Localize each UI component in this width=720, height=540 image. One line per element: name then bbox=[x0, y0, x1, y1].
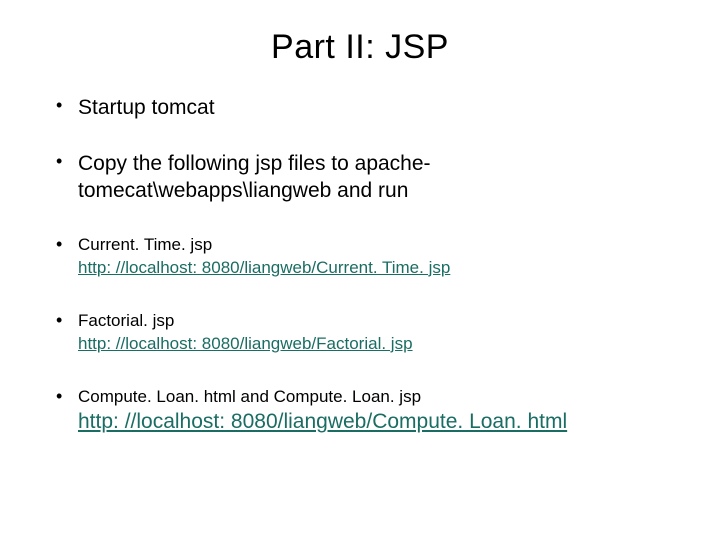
bullet-text: Startup tomcat bbox=[78, 96, 215, 119]
bullet-list: Startup tomcat Copy the following jsp fi… bbox=[50, 95, 670, 437]
bullet-copy-files: Copy the following jsp files to apache-t… bbox=[50, 151, 670, 204]
file-label: Current. Time. jsp bbox=[78, 235, 212, 254]
slide: Part II: JSP Startup tomcat Copy the fol… bbox=[0, 0, 720, 540]
bullet-compute-loan: Compute. Loan. html and Compute. Loan. j… bbox=[50, 386, 670, 437]
bullet-factorial: Factorial. jsp http: //localhost: 8080/l… bbox=[50, 310, 670, 356]
bullet-current-time: Current. Time. jsp http: //localhost: 80… bbox=[50, 234, 670, 280]
link-current-time[interactable]: http: //localhost: 8080/liangweb/Current… bbox=[78, 258, 450, 277]
bullet-text: Copy the following jsp files to apache-t… bbox=[78, 152, 431, 201]
slide-title: Part II: JSP bbox=[50, 28, 670, 67]
bullet-startup: Startup tomcat bbox=[50, 95, 670, 121]
link-factorial[interactable]: http: //localhost: 8080/liangweb/Factori… bbox=[78, 334, 413, 353]
link-compute-loan[interactable]: http: //localhost: 8080/liangweb/Compute… bbox=[78, 410, 567, 433]
file-label: Compute. Loan. html and Compute. Loan. j… bbox=[78, 387, 421, 406]
file-label: Factorial. jsp bbox=[78, 311, 174, 330]
